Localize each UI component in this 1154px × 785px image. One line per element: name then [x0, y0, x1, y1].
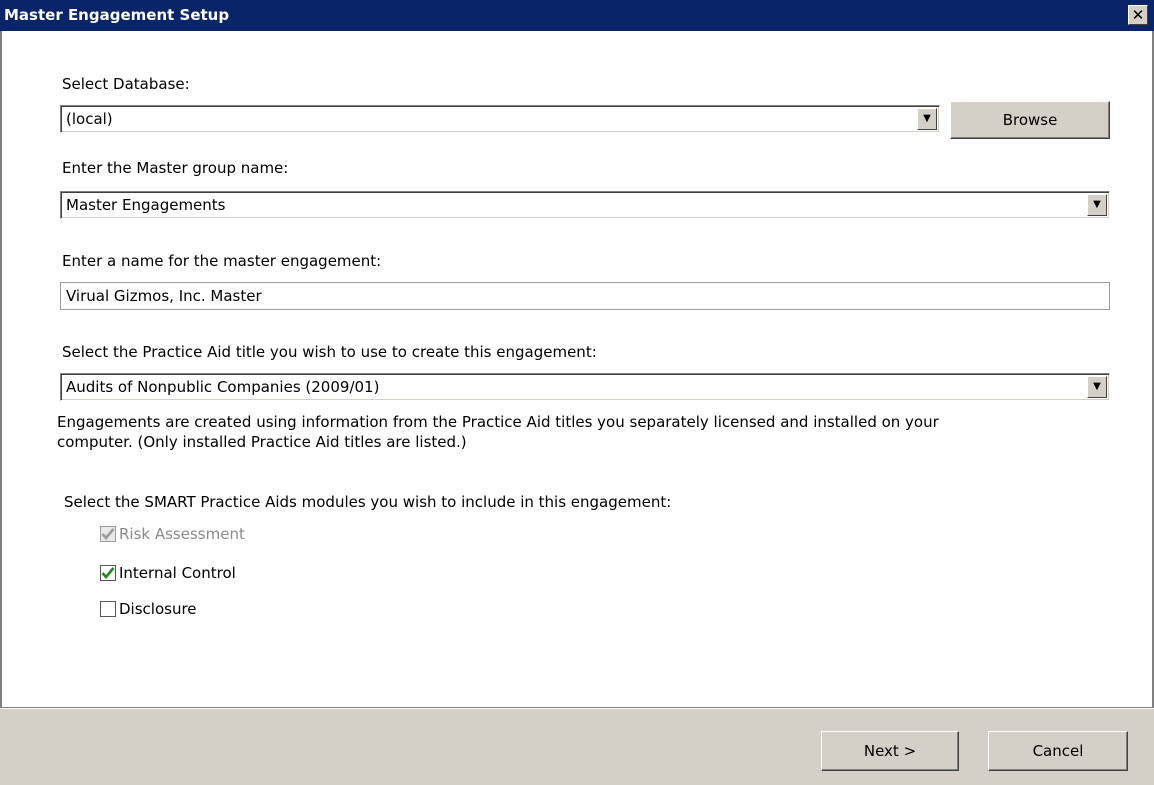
next-button[interactable]: Next >	[821, 731, 959, 771]
close-icon: ✕	[1131, 5, 1145, 24]
browse-button[interactable]: Browse	[950, 101, 1110, 139]
checkmark-icon	[101, 567, 115, 580]
chevron-down-icon: ▼	[923, 113, 931, 124]
database-select[interactable]: (local) ▼	[60, 105, 940, 133]
risk-assessment-label: Risk Assessment	[119, 525, 245, 543]
internal-control-label: Internal Control	[119, 564, 236, 582]
practice-aid-note-line2: computer. (Only installed Practice Aid t…	[57, 433, 467, 451]
group-dropdown-arrow[interactable]: ▼	[1087, 194, 1107, 216]
title-bar[interactable]: Master Engagement Setup ✕	[0, 0, 1154, 31]
checkmark-icon	[101, 528, 115, 541]
practice-aid-select[interactable]: Audits of Nonpublic Companies (2009/01) …	[60, 373, 1110, 401]
disclosure-checkbox[interactable]	[100, 601, 116, 617]
engagement-name-input[interactable]: Virual Gizmos, Inc. Master	[60, 282, 1110, 310]
cancel-button[interactable]: Cancel	[988, 731, 1128, 771]
chevron-down-icon: ▼	[1093, 199, 1101, 210]
group-label: Enter the Master group name:	[62, 159, 289, 177]
module-internal-control[interactable]: Internal Control	[100, 562, 236, 584]
internal-control-checkbox[interactable]	[100, 565, 116, 581]
module-risk-assessment[interactable]: Risk Assessment	[100, 523, 245, 545]
risk-assessment-checkbox[interactable]	[100, 526, 116, 542]
database-label: Select Database:	[62, 75, 190, 93]
practice-aid-value: Audits of Nonpublic Companies (2009/01)	[66, 378, 380, 396]
dialog-content: Select Database: (local) ▼ Browse Enter …	[0, 31, 1154, 707]
practice-aid-note-line1: Engagements are created using informatio…	[57, 413, 939, 431]
database-value: (local)	[66, 110, 113, 128]
button-bar: Next > Cancel	[0, 707, 1154, 785]
practice-aid-dropdown-arrow[interactable]: ▼	[1087, 376, 1107, 398]
database-dropdown-arrow[interactable]: ▼	[917, 108, 937, 130]
close-button[interactable]: ✕	[1128, 5, 1148, 25]
window-title: Master Engagement Setup	[4, 6, 230, 24]
modules-label: Select the SMART Practice Aids modules y…	[64, 493, 672, 511]
module-disclosure[interactable]: Disclosure	[100, 598, 197, 620]
disclosure-label: Disclosure	[119, 600, 197, 618]
engagement-label: Enter a name for the master engagement:	[62, 252, 382, 270]
chevron-down-icon: ▼	[1093, 381, 1101, 392]
group-select[interactable]: Master Engagements ▼	[60, 191, 1110, 219]
group-value: Master Engagements	[66, 196, 226, 214]
engagement-name-value: Virual Gizmos, Inc. Master	[66, 287, 262, 305]
practice-aid-label: Select the Practice Aid title you wish t…	[62, 343, 597, 361]
